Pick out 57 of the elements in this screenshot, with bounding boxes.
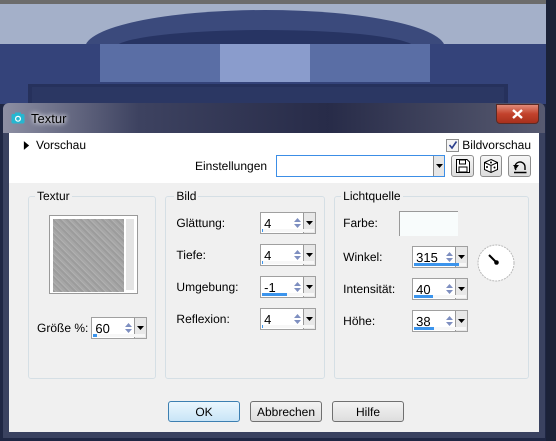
caret-icon <box>458 255 466 259</box>
checkbox-label: Bildvorschau <box>462 138 531 152</box>
group-title: Textur <box>36 189 71 203</box>
group-title: Lichtquelle <box>342 189 402 203</box>
spin-arrows-icon <box>124 321 134 335</box>
preview-label: Vorschau <box>36 138 86 152</box>
number-field[interactable]: 38 <box>412 310 468 332</box>
field-label: Reflexion: <box>176 312 230 326</box>
field-label: Höhe: <box>343 314 376 328</box>
number-field[interactable]: 315 <box>412 246 468 268</box>
dialog-button[interactable]: OK <box>168 401 240 422</box>
spin-arrows-icon <box>445 282 454 296</box>
caret-icon <box>306 221 314 225</box>
number-field[interactable]: -1 <box>260 276 316 298</box>
presets-label: Einstellungen <box>195 159 268 173</box>
window-title: Textur <box>31 110 66 126</box>
field-label: Intensität: <box>343 282 396 296</box>
caret-icon <box>137 326 144 330</box>
field-label: Winkel: <box>343 250 382 264</box>
preview-toggle[interactable]: Vorschau <box>23 138 86 152</box>
spin-arrows-icon <box>445 314 454 328</box>
dialog-button[interactable]: Abbrechen <box>250 401 322 422</box>
spin-arrows-icon <box>445 250 454 264</box>
field-label: Umgebung: <box>176 280 238 294</box>
number-field[interactable]: 60 <box>91 317 148 339</box>
camera-icon <box>11 112 25 124</box>
number-field[interactable]: 4 <box>260 244 316 266</box>
dice-icon <box>483 158 500 174</box>
caret-icon <box>458 287 466 291</box>
caret-icon <box>306 317 314 321</box>
randomize-button[interactable] <box>480 155 502 177</box>
field-label: Farbe: <box>343 216 378 230</box>
save-button[interactable] <box>451 155 474 177</box>
direction-dial[interactable] <box>476 243 516 283</box>
texture-preview[interactable] <box>49 215 138 294</box>
spin-arrows-icon <box>293 248 302 262</box>
color-swatch[interactable] <box>399 210 458 236</box>
number-field[interactable]: 40 <box>412 278 468 300</box>
spin-arrows-icon <box>293 216 302 230</box>
number-field[interactable]: 4 <box>260 212 316 234</box>
spin-arrows-icon <box>293 312 302 326</box>
number-field[interactable]: 4 <box>260 308 316 330</box>
close-button[interactable] <box>496 104 539 124</box>
close-icon <box>512 109 523 119</box>
field-label: Größe %: <box>37 321 88 335</box>
reset-button[interactable] <box>508 155 531 177</box>
group-title: Bild <box>175 189 198 203</box>
scrollbar[interactable] <box>126 219 134 290</box>
checkbox[interactable] <box>446 138 460 152</box>
caret-icon <box>458 319 466 323</box>
caret-icon <box>436 164 443 168</box>
caret-icon <box>306 285 314 289</box>
spin-arrows-icon <box>293 280 302 294</box>
caret-icon <box>306 253 314 257</box>
field-label: Tiefe: <box>176 248 206 262</box>
dialog-button[interactable]: Hilfe <box>332 401 404 422</box>
field-label: Glättung: <box>176 216 226 230</box>
